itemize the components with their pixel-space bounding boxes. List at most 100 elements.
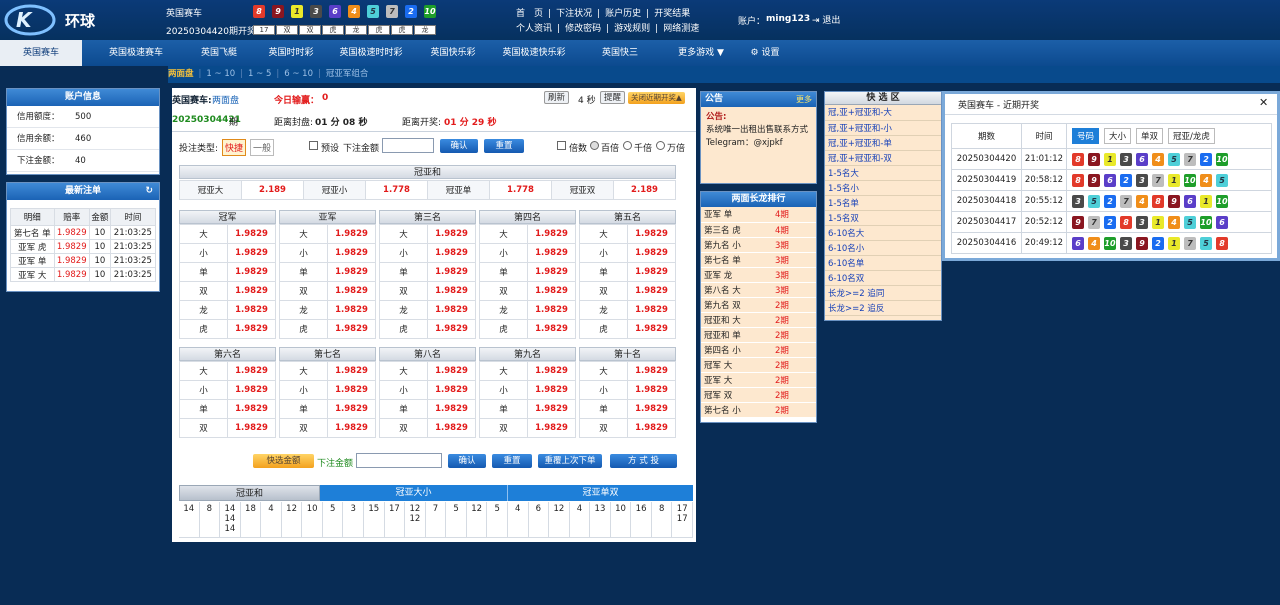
rank-odd[interactable]: 1.9829 <box>327 399 376 419</box>
rank-odd[interactable]: 1.9829 <box>227 418 276 438</box>
repeat-bet-button[interactable]: 重覆上次下单 <box>538 454 602 468</box>
quickselect-item[interactable]: 冠,亚+冠亚和-单 <box>825 135 941 151</box>
nav-item[interactable]: 英国时时彩 <box>248 40 334 66</box>
quickselect-item[interactable]: 6-10名单 <box>825 255 941 271</box>
rank-option[interactable]: 单 <box>479 399 528 419</box>
rank-option[interactable]: 虎 <box>579 319 628 339</box>
header-link[interactable]: 网络测速 <box>663 24 699 34</box>
rank-option[interactable]: 双 <box>579 281 628 301</box>
rank-option[interactable]: 龙 <box>579 300 628 320</box>
rank-option[interactable]: 小 <box>279 380 328 400</box>
rank-option[interactable]: 小 <box>379 243 428 263</box>
history-tab[interactable]: 大小 <box>1104 128 1132 144</box>
header-link[interactable]: 游戏规则 <box>614 24 650 34</box>
stats-tab-gyh[interactable]: 冠亚和 <box>179 485 320 501</box>
rank-option[interactable]: 龙 <box>179 300 228 320</box>
rank-odd[interactable]: 1.9829 <box>527 361 576 381</box>
rank-option[interactable]: 大 <box>479 224 528 244</box>
rank-option[interactable]: 虎 <box>279 319 328 339</box>
preset-checkbox[interactable] <box>309 141 318 150</box>
rank-option[interactable]: 大 <box>179 361 228 381</box>
rank-odd[interactable]: 1.9829 <box>627 300 676 320</box>
rank-option[interactable]: 双 <box>179 281 228 301</box>
header-link[interactable]: 开奖结果 <box>654 9 690 19</box>
rank-odd[interactable]: 1.9829 <box>227 361 276 381</box>
rank-option[interactable]: 单 <box>379 262 428 282</box>
stats-tab-oddeven[interactable]: 冠亚单双 <box>507 485 693 501</box>
notify-button[interactable]: 提醒 <box>600 91 626 104</box>
rank-option[interactable]: 大 <box>179 224 228 244</box>
rank-odd[interactable]: 1.9829 <box>527 399 576 419</box>
nav-item[interactable]: 更多游戏 ▼ <box>662 40 740 66</box>
rank-option[interactable]: 单 <box>279 399 328 419</box>
rank-odd[interactable]: 1.9829 <box>627 224 676 244</box>
gyh-option[interactable]: 冠亚双 <box>551 180 614 200</box>
header-link[interactable]: 个人资讯 <box>516 24 552 34</box>
notice-more-link[interactable]: 更多 <box>796 92 816 107</box>
rank-odd[interactable]: 1.9829 <box>627 418 676 438</box>
rank-option[interactable]: 小 <box>279 243 328 263</box>
rank-option[interactable]: 小 <box>179 380 228 400</box>
rank-option[interactable]: 小 <box>179 243 228 263</box>
rank-odd[interactable]: 1.9829 <box>327 281 376 301</box>
rank-option[interactable]: 大 <box>279 224 328 244</box>
rank-option[interactable]: 龙 <box>379 300 428 320</box>
reset-button[interactable]: 重置 <box>484 139 524 153</box>
quickselect-item[interactable]: 1-5名单 <box>825 195 941 211</box>
rank-odd[interactable]: 1.9829 <box>527 243 576 263</box>
rank-odd[interactable]: 1.9829 <box>627 281 676 301</box>
rank-option[interactable]: 大 <box>279 361 328 381</box>
nav-item[interactable]: 英国快三 <box>584 40 656 66</box>
subnav-item[interactable]: 1 ~ 10 <box>206 69 235 79</box>
popup-close-button[interactable]: ✕ <box>1259 96 1268 109</box>
rank-option[interactable]: 单 <box>579 399 628 419</box>
rank-odd[interactable]: 1.9829 <box>527 224 576 244</box>
rank-odd[interactable]: 1.9829 <box>627 361 676 381</box>
nav-item[interactable]: 英国赛车 <box>0 40 82 66</box>
rank-option[interactable]: 双 <box>479 281 528 301</box>
nav-item[interactable]: 英国极速快乐彩 <box>493 40 575 66</box>
rank-odd[interactable]: 1.9829 <box>327 319 376 339</box>
rank-odd[interactable]: 1.9829 <box>327 300 376 320</box>
rank-option[interactable]: 小 <box>579 243 628 263</box>
rank-option[interactable]: 小 <box>379 380 428 400</box>
rank-option[interactable]: 小 <box>579 380 628 400</box>
history-tab[interactable]: 冠亚/龙虎 <box>1168 128 1215 144</box>
rank-option[interactable]: 单 <box>479 262 528 282</box>
tenthousand-radio[interactable] <box>656 141 665 150</box>
rank-odd[interactable]: 1.9829 <box>527 418 576 438</box>
reset-button-2[interactable]: 重置 <box>492 454 532 468</box>
quickselect-item[interactable]: 长龙>=2 追同 <box>825 285 941 301</box>
rank-odd[interactable]: 1.9829 <box>627 380 676 400</box>
rank-odd[interactable]: 1.9829 <box>227 300 276 320</box>
nav-item[interactable]: ⚙ 设置 <box>740 40 790 66</box>
rank-option[interactable]: 单 <box>179 399 228 419</box>
rank-odd[interactable]: 1.9829 <box>227 399 276 419</box>
nav-item[interactable]: 英国飞艇 <box>190 40 248 66</box>
rank-option[interactable]: 单 <box>279 262 328 282</box>
confirm-button[interactable]: 确认 <box>440 139 478 153</box>
gyh-odd[interactable]: 2.189 <box>613 180 676 200</box>
gyh-option[interactable]: 冠亚小 <box>303 180 366 200</box>
rank-odd[interactable]: 1.9829 <box>527 319 576 339</box>
nav-item[interactable]: 英国极速时时彩 <box>330 40 412 66</box>
rank-odd[interactable]: 1.9829 <box>527 300 576 320</box>
hundred-radio[interactable] <box>590 141 599 150</box>
quickselect-item[interactable]: 1-5名小 <box>825 180 941 196</box>
rank-option[interactable]: 双 <box>479 418 528 438</box>
quickselect-item[interactable]: 6-10名小 <box>825 240 941 256</box>
quickselect-item[interactable]: 冠,亚+冠亚和-大 <box>825 105 941 121</box>
rank-option[interactable]: 大 <box>479 361 528 381</box>
subnav-item[interactable]: 两面盘 <box>168 69 194 79</box>
refresh-button[interactable]: 刷新 <box>544 91 570 104</box>
rank-odd[interactable]: 1.9829 <box>627 243 676 263</box>
rank-odd[interactable]: 1.9829 <box>427 224 476 244</box>
quickselect-item[interactable]: 6-10名双 <box>825 270 941 286</box>
rank-option[interactable]: 虎 <box>379 319 428 339</box>
rank-option[interactable]: 大 <box>379 224 428 244</box>
rank-odd[interactable]: 1.9829 <box>527 380 576 400</box>
confirm-button-2[interactable]: 确认 <box>448 454 486 468</box>
quickselect-item[interactable]: 冠,亚+冠亚和-双 <box>825 150 941 166</box>
rank-odd[interactable]: 1.9829 <box>327 243 376 263</box>
rank-odd[interactable]: 1.9829 <box>227 380 276 400</box>
